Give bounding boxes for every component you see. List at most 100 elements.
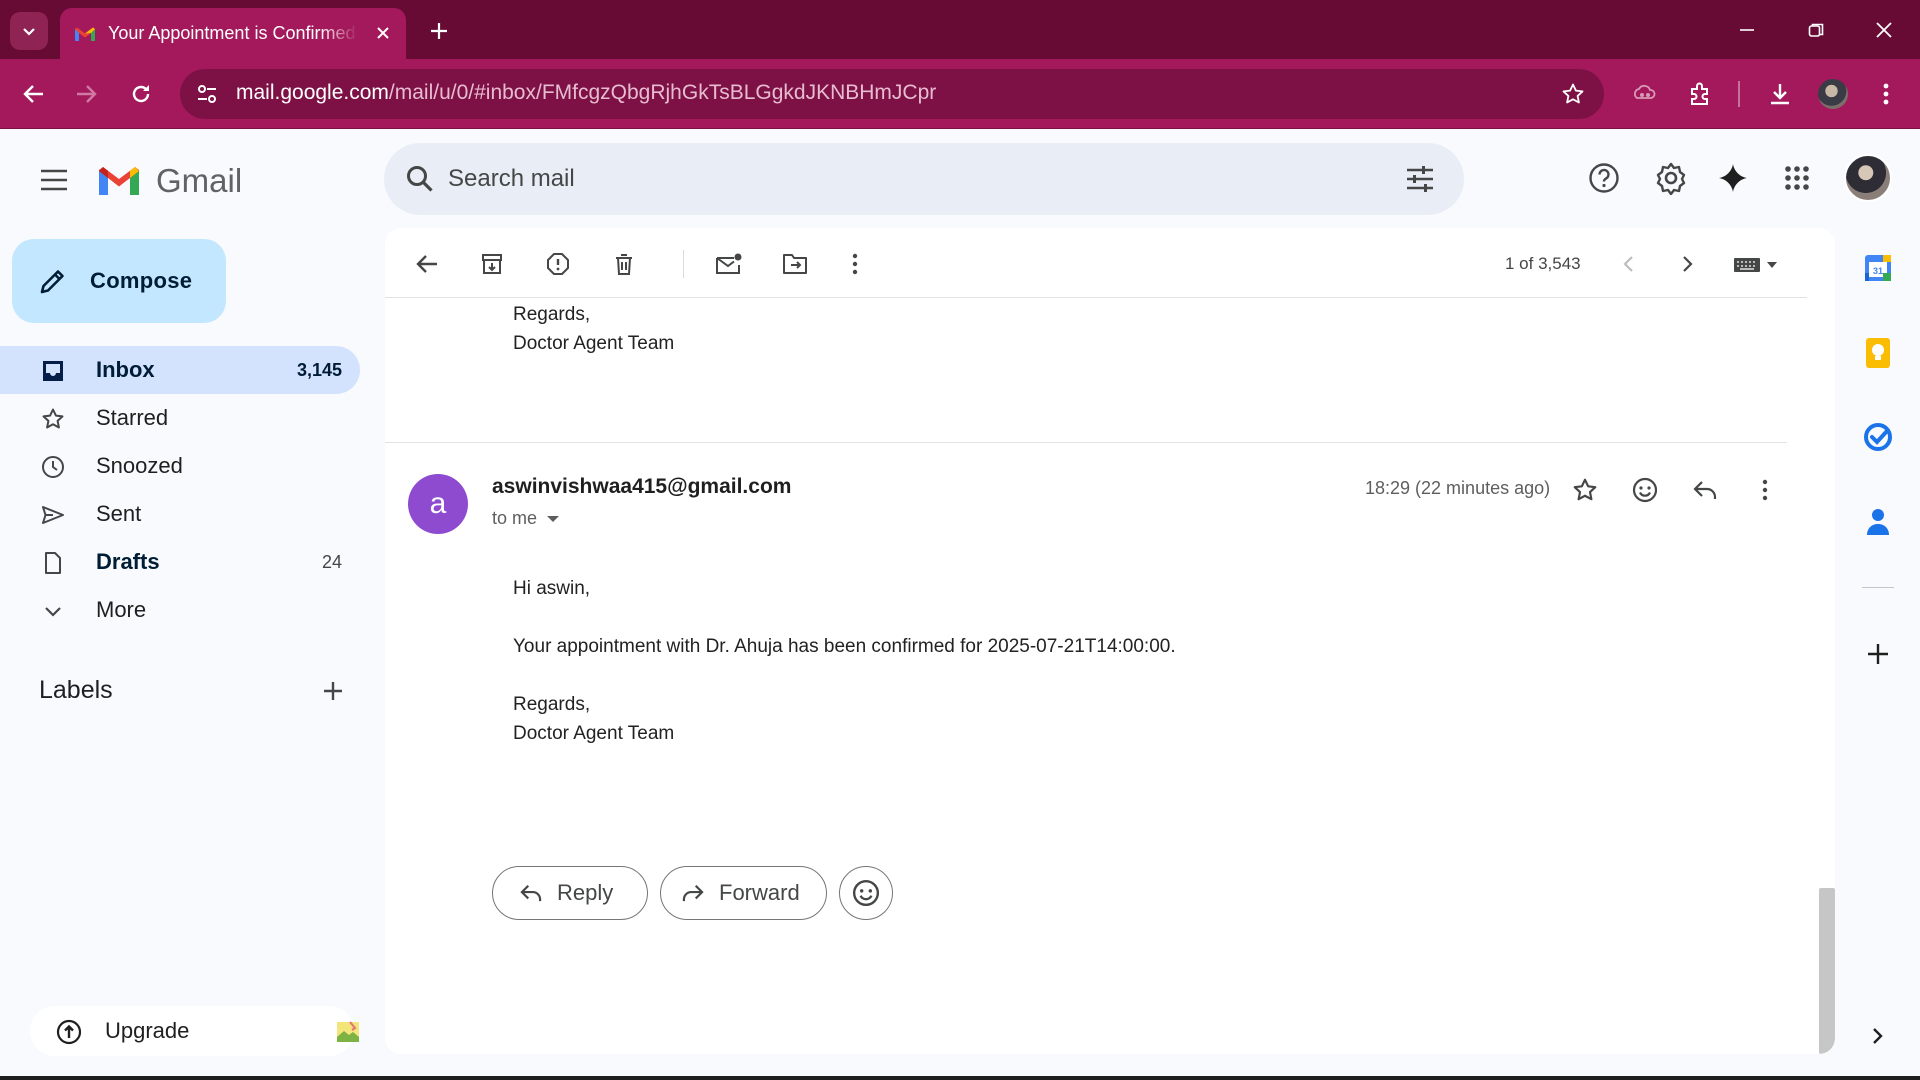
forward-button[interactable]: Forward [660,866,827,920]
sidebar-item-label: Inbox [96,357,155,382]
google-apps-button[interactable] [1773,154,1821,202]
chevron-right-icon [1873,1028,1883,1044]
sidebar-item-snoozed[interactable]: Snoozed [0,442,360,490]
message-view: 1 of 3,543 Regards, Doctor Agent Team a … [385,228,1835,1054]
sidebar-item-more[interactable]: More [0,586,360,634]
report-spam-button[interactable] [540,246,576,282]
gmail-logo-text: Gmail [156,162,243,199]
arrow-right-icon [77,85,97,103]
sender-avatar[interactable]: a [408,474,468,534]
tab-close-icon[interactable] [372,22,394,44]
back-to-inbox-button[interactable] [409,246,445,282]
reply-icon-button[interactable] [1687,472,1723,508]
newer-button[interactable] [1611,246,1647,282]
plus-icon [431,23,447,39]
calendar-icon: 31 [1865,255,1891,281]
bookmark-star-icon[interactable] [1560,81,1586,107]
emoji-reaction-button[interactable] [839,866,893,920]
mark-unread-button[interactable] [711,246,747,282]
archive-icon [482,254,502,274]
search-icon[interactable] [404,163,436,195]
sidebar-item-starred[interactable]: Starred [0,394,360,442]
search-bar[interactable] [384,143,1464,215]
delete-button[interactable] [606,246,642,282]
sidebar-item-label: Snoozed [96,453,183,478]
gmail-favicon-icon [75,27,95,41]
toolbar-separator [1738,81,1740,107]
browser-tab-active[interactable]: Your Appointment is Confirmed [60,8,406,59]
compose-label: Compose [90,268,193,293]
signature: Doctor Agent Team [513,723,675,744]
message-more-button[interactable] [1747,472,1783,508]
contacts-app-button[interactable] [1860,504,1896,540]
archive-button[interactable] [474,246,510,282]
scrollbar-thumb[interactable] [1819,888,1835,1054]
add-reaction-button[interactable] [1627,472,1663,508]
hamburger-icon [41,169,67,191]
move-to-button[interactable] [777,246,813,282]
message-timestamp: 18:29 (22 minutes ago) [1365,478,1551,498]
star-message-button[interactable] [1567,472,1603,508]
clock-icon [40,454,66,480]
trash-icon [616,254,632,275]
new-tab-button[interactable] [424,16,454,46]
minimize-button[interactable] [1731,14,1763,46]
browser-profile-avatar[interactable] [1818,79,1848,109]
more-actions-button[interactable] [837,246,873,282]
gmail-logo[interactable]: Gmail [96,162,242,200]
more-vert-icon [1762,479,1768,501]
search-input[interactable] [448,143,1348,215]
keyboard-icon [1734,258,1777,272]
restore-button[interactable] [1800,14,1832,46]
plus-icon [1868,644,1888,664]
main-menu-button[interactable] [34,160,74,200]
downloads-icon[interactable] [1762,76,1798,112]
extensions-icon[interactable] [1682,76,1718,112]
sidebar-item-sent[interactable]: Sent [0,490,360,538]
performance-icon[interactable] [1627,76,1663,112]
compose-button[interactable]: Compose [12,239,226,323]
previous-closing: Regards, [513,304,591,325]
sender-email[interactable]: aswinvishwaa415@gmail.com [492,475,791,499]
browser-menu-icon[interactable] [1868,76,1904,112]
calendar-app-button[interactable]: 31 [1860,250,1896,286]
sidebar-item-inbox[interactable]: Inbox 3,145 [0,346,360,394]
sparkle-icon [1719,164,1747,192]
browser-toolbar: mail.google.com/mail/u/0/#inbox/FMfcgzQb… [0,59,1920,129]
get-addons-button[interactable] [1860,636,1896,672]
recipient-details[interactable]: to me [492,508,560,529]
chevron-down-icon [23,28,35,36]
keep-app-button[interactable] [1860,335,1896,371]
address-bar[interactable]: mail.google.com/mail/u/0/#inbox/FMfcgzQb… [180,69,1604,119]
reply-button[interactable]: Reply [492,866,648,920]
tab-search-button[interactable] [10,12,48,50]
gmail-logo-icon [99,167,139,195]
create-label-button[interactable] [318,676,348,706]
forward-button[interactable] [68,76,104,112]
back-button[interactable] [16,76,52,112]
inbox-icon [40,358,66,384]
site-info-icon[interactable] [194,81,220,107]
reload-button[interactable] [123,76,159,112]
move-to-folder-icon [783,254,807,274]
toolbar-divider [683,250,684,278]
show-side-panel-button[interactable] [1860,1018,1896,1054]
sidebar-item-drafts[interactable]: Drafts 24 [0,538,360,586]
body-paragraph: Your appointment with Dr. Ahuja has been… [513,636,1176,657]
arrow-left-icon [416,255,437,273]
input-tools-button[interactable] [1729,250,1785,280]
chevron-left-icon [1623,256,1633,272]
search-options-icon[interactable] [1404,163,1436,195]
account-avatar[interactable] [1844,154,1892,202]
settings-button[interactable] [1647,154,1695,202]
message-toolbar: 1 of 3,543 [385,228,1807,298]
upgrade-button[interactable]: Upgrade [30,1006,359,1056]
close-window-button[interactable] [1868,14,1900,46]
calendar-day-text: 31 [1873,266,1883,276]
gemini-button[interactable] [1709,154,1757,202]
tasks-app-button[interactable] [1860,419,1896,455]
side-panel-divider [1862,587,1894,588]
older-button[interactable] [1669,246,1705,282]
unread-count: 3,145 [296,359,342,380]
support-button[interactable] [1580,154,1628,202]
